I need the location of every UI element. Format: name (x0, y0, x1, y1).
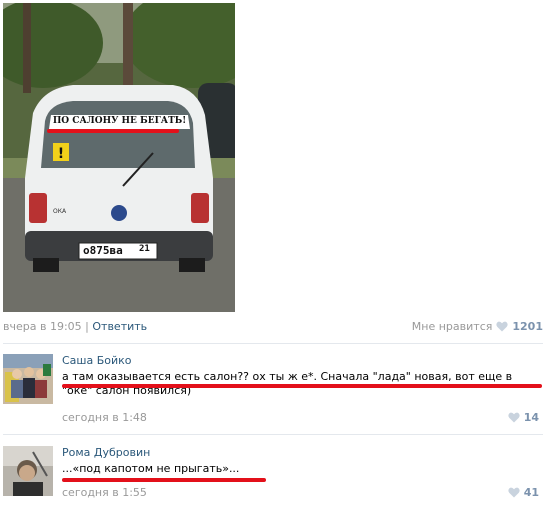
comment-author[interactable]: Саша Бойко (62, 354, 132, 367)
red-underline (62, 384, 542, 388)
comment-item: Саша Бойко а там оказывается есть салон?… (3, 354, 543, 430)
avatar[interactable] (3, 446, 53, 496)
heart-icon (496, 321, 509, 332)
comment-item: Рома Дубровин ...«под капотом не прыгать… (3, 446, 543, 506)
post-like-count: 1201 (512, 320, 543, 333)
comment-time[interactable]: сегодня в 1:48 (62, 411, 147, 424)
comment-text: ...«под капотом не прыгать»... (62, 462, 240, 475)
reply-link[interactable]: Ответить (92, 320, 147, 333)
comment-like-count: 14 (523, 411, 539, 424)
comment-time[interactable]: сегодня в 1:55 (62, 486, 147, 499)
like-label: Мне нравится (411, 320, 493, 333)
model-badge-text: ОКА (53, 208, 67, 215)
comment-author[interactable]: Рома Дубровин (62, 446, 150, 459)
post-photo[interactable]: ! ПО САЛОНУ НЕ БЕГАТЬ! ОКА о875ва 21 (3, 3, 235, 312)
license-plate-number: о875ва (83, 244, 123, 257)
comment-like-button[interactable]: 14 (508, 411, 539, 424)
comment-like-button[interactable]: 41 (508, 486, 539, 499)
divider (3, 434, 543, 435)
post-like-button[interactable]: Мне нравится 1201 (412, 320, 543, 333)
heart-icon (508, 412, 520, 423)
post-meta-bar: вчера в 19:05 | Ответить Мне нравится 12… (3, 320, 543, 334)
post-time: вчера в 19:05 (3, 320, 82, 333)
avatar[interactable] (3, 354, 53, 404)
heart-icon (508, 487, 520, 498)
divider (3, 343, 543, 344)
red-underline (62, 478, 266, 482)
svg-text:!: ! (58, 146, 64, 162)
meta-separator: | (85, 320, 89, 333)
license-plate-region: 21 (139, 244, 150, 254)
comment-like-count: 41 (523, 486, 539, 499)
windshield-sign-text: ПО САЛОНУ НЕ БЕГАТЬ! (52, 116, 187, 126)
